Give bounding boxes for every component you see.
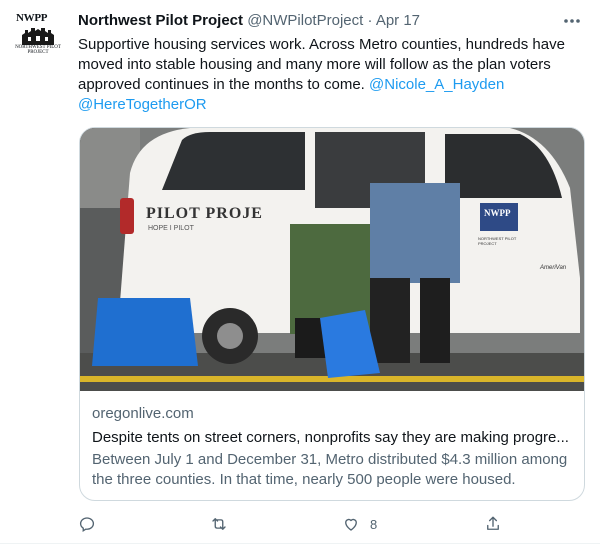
tweet-header: Northwest Pilot Project @NWPilotProject … (78, 11, 420, 31)
more-icon (564, 19, 580, 23)
mention-heretogetheror[interactable]: @HereTogetherOR (78, 96, 207, 113)
retweet-icon (212, 518, 226, 530)
card-body[interactable]: oregonlive.com Despite tents on street c… (92, 404, 572, 490)
like-count: 8 (370, 516, 378, 532)
card-image[interactable]: PILOT PROJE HOPE I PILOT NWPP NORTHWEST … (80, 128, 584, 391)
van-lettering: PILOT PROJE (146, 205, 263, 222)
tweet-date[interactable]: Apr 17 (376, 12, 420, 29)
separator-dot: · (367, 12, 373, 29)
building-icon (22, 28, 54, 45)
share-icon (487, 516, 499, 530)
account-handle[interactable]: @NWPilotProject (247, 12, 363, 29)
like-icon (345, 518, 357, 531)
van-logo-subtitle: NORTHWEST PILOT PROJECT (478, 236, 517, 246)
more-options-button[interactable] (562, 14, 582, 28)
avatar-logo-subtitle: NORTHWEST PILOT PROJECT (15, 45, 61, 55)
share-button[interactable] (484, 512, 502, 536)
reply-button[interactable] (78, 512, 96, 536)
card-description: Between July 1 and December 31, Metro di… (92, 451, 568, 488)
tweet-actions: 8 (78, 512, 508, 536)
van-tagline: HOPE I PILOT (148, 225, 194, 232)
mention-nicole-hayden[interactable]: @Nicole_A_Hayden (369, 76, 504, 93)
reply-icon (79, 517, 95, 532)
tweet[interactable]: NWPP NORTHWEST PILOT PROJECT Northwest P… (0, 0, 600, 544)
tweet-text: Supportive housing services work. Across… (78, 35, 578, 115)
card-photo (80, 128, 584, 391)
card-title[interactable]: Despite tents on street corners, nonprof… (92, 428, 572, 448)
account-name[interactable]: Northwest Pilot Project (78, 12, 243, 29)
avatar[interactable]: NWPP NORTHWEST PILOT PROJECT (14, 12, 62, 60)
van-brand: AmeriVan (540, 265, 567, 271)
avatar-logo-text: NWPP (16, 12, 48, 24)
link-card[interactable]: PILOT PROJE HOPE I PILOT NWPP NORTHWEST … (79, 127, 585, 501)
like-button[interactable]: 8 (342, 512, 377, 536)
van-logo: NWPP (484, 208, 511, 218)
retweet-button[interactable] (210, 512, 228, 536)
card-domain: oregonlive.com (92, 405, 194, 422)
